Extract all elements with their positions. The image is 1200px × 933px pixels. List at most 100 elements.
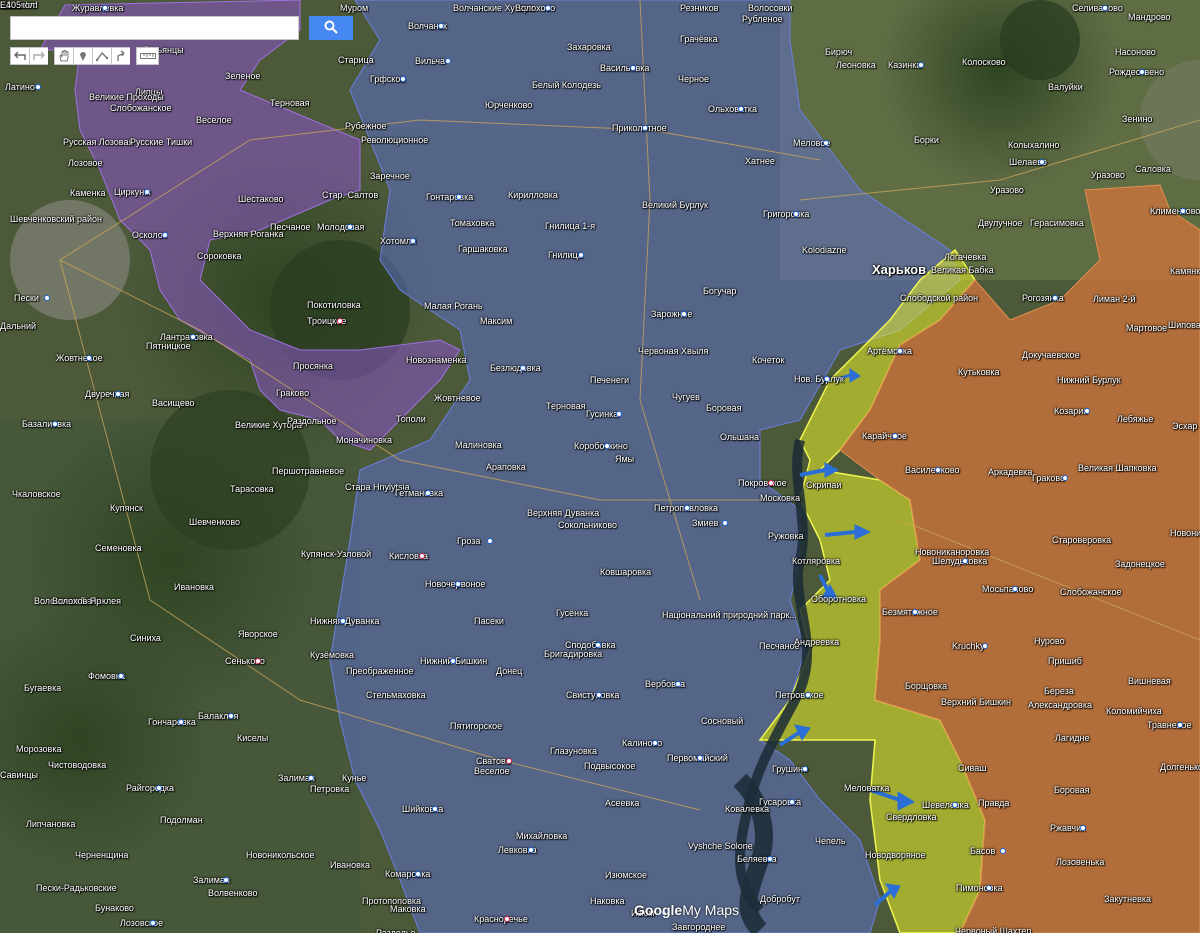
place-marker[interactable] xyxy=(1000,848,1006,854)
place-marker[interactable] xyxy=(768,480,774,486)
place-marker[interactable] xyxy=(340,618,346,624)
place-marker[interactable] xyxy=(675,681,681,687)
brand-google: Google xyxy=(634,902,683,918)
directions-button[interactable] xyxy=(111,47,130,65)
place-marker[interactable] xyxy=(118,673,124,679)
place-marker[interactable] xyxy=(681,311,687,317)
place-marker[interactable] xyxy=(897,348,903,354)
place-marker[interactable] xyxy=(935,467,941,473)
place-marker[interactable] xyxy=(545,5,551,11)
place-marker[interactable] xyxy=(595,642,601,648)
search-bar xyxy=(10,16,353,42)
add-marker-button[interactable] xyxy=(73,47,92,65)
place-marker[interactable] xyxy=(722,520,728,526)
place-marker[interactable] xyxy=(642,125,648,131)
place-marker[interactable] xyxy=(410,238,416,244)
place-marker[interactable] xyxy=(892,433,898,439)
place-marker[interactable] xyxy=(504,916,510,922)
place-marker[interactable] xyxy=(1039,159,1045,165)
place-marker[interactable] xyxy=(520,365,526,371)
redo-icon xyxy=(33,51,45,60)
place-marker[interactable] xyxy=(438,23,444,29)
place-marker[interactable] xyxy=(578,252,584,258)
draw-line-button[interactable] xyxy=(92,47,111,65)
place-marker[interactable] xyxy=(419,553,425,559)
place-marker[interactable] xyxy=(1139,69,1145,75)
place-marker[interactable] xyxy=(824,376,830,382)
brand-product: My Maps xyxy=(682,902,740,918)
route-icon xyxy=(117,50,125,61)
ruler-icon xyxy=(139,53,156,59)
place-marker[interactable] xyxy=(1180,208,1186,214)
place-marker[interactable] xyxy=(823,140,829,146)
place-marker[interactable] xyxy=(912,609,918,615)
place-marker[interactable] xyxy=(415,871,421,877)
place-marker[interactable] xyxy=(789,799,795,805)
place-marker[interactable] xyxy=(1062,475,1068,481)
place-marker[interactable] xyxy=(156,785,162,791)
redo-button[interactable] xyxy=(29,47,48,65)
place-marker[interactable] xyxy=(44,295,50,301)
place-marker[interactable] xyxy=(450,658,456,664)
place-marker[interactable] xyxy=(918,62,924,68)
undo-icon xyxy=(14,51,26,60)
place-marker[interactable] xyxy=(630,65,636,71)
place-marker[interactable] xyxy=(1177,722,1183,728)
place-marker[interactable] xyxy=(455,581,461,587)
place-marker[interactable] xyxy=(223,877,229,883)
place-marker[interactable] xyxy=(35,84,41,90)
place-marker[interactable] xyxy=(456,194,462,200)
place-marker[interactable] xyxy=(255,658,261,664)
place-marker[interactable] xyxy=(445,58,451,64)
place-marker[interactable] xyxy=(144,189,150,195)
pan-button[interactable] xyxy=(54,47,73,65)
place-marker[interactable] xyxy=(738,106,744,112)
place-marker[interactable] xyxy=(1102,5,1108,11)
place-marker[interactable] xyxy=(190,334,196,340)
place-marker[interactable] xyxy=(1080,825,1086,831)
place-marker[interactable] xyxy=(150,920,156,926)
place-marker[interactable] xyxy=(1052,295,1058,301)
place-marker[interactable] xyxy=(228,713,234,719)
place-marker[interactable] xyxy=(616,411,622,417)
search-input[interactable] xyxy=(10,16,299,40)
place-marker[interactable] xyxy=(962,558,968,564)
place-marker[interactable] xyxy=(506,758,512,764)
place-marker[interactable] xyxy=(1084,408,1090,414)
place-marker[interactable] xyxy=(528,847,534,853)
place-marker[interactable] xyxy=(1012,586,1018,592)
place-marker[interactable] xyxy=(308,775,314,781)
place-marker[interactable] xyxy=(604,443,610,449)
place-marker[interactable] xyxy=(52,421,58,427)
place-marker[interactable] xyxy=(767,856,773,862)
undo-button[interactable] xyxy=(10,47,29,65)
place-marker[interactable] xyxy=(952,802,958,808)
map-background xyxy=(0,0,1200,933)
place-marker[interactable] xyxy=(697,755,703,761)
place-marker[interactable] xyxy=(102,5,108,11)
place-marker[interactable] xyxy=(400,76,406,82)
map-tools xyxy=(10,47,159,67)
place-marker[interactable] xyxy=(86,355,92,361)
place-marker[interactable] xyxy=(793,211,799,217)
place-marker[interactable] xyxy=(115,391,121,397)
google-my-maps-logo: GoogleMy Maps xyxy=(634,902,739,918)
place-marker[interactable] xyxy=(337,318,343,324)
place-marker[interactable] xyxy=(652,740,658,746)
place-marker[interactable] xyxy=(684,505,690,511)
place-marker[interactable] xyxy=(162,232,168,238)
map-canvas[interactable]: Журавлевка Муром Волчанские Хутора Волохово… xyxy=(0,0,1200,933)
place-marker[interactable] xyxy=(425,490,431,496)
place-marker[interactable] xyxy=(432,806,438,812)
search-button[interactable] xyxy=(309,16,353,40)
pin-icon xyxy=(80,52,86,61)
measure-button[interactable] xyxy=(136,47,159,65)
place-marker[interactable] xyxy=(802,766,808,772)
place-marker[interactable] xyxy=(347,224,353,230)
place-marker[interactable] xyxy=(178,719,184,725)
place-marker[interactable] xyxy=(982,643,988,649)
place-marker[interactable] xyxy=(805,692,811,698)
place-marker[interactable] xyxy=(596,692,602,698)
place-marker[interactable] xyxy=(986,885,992,891)
place-marker[interactable] xyxy=(487,538,493,544)
